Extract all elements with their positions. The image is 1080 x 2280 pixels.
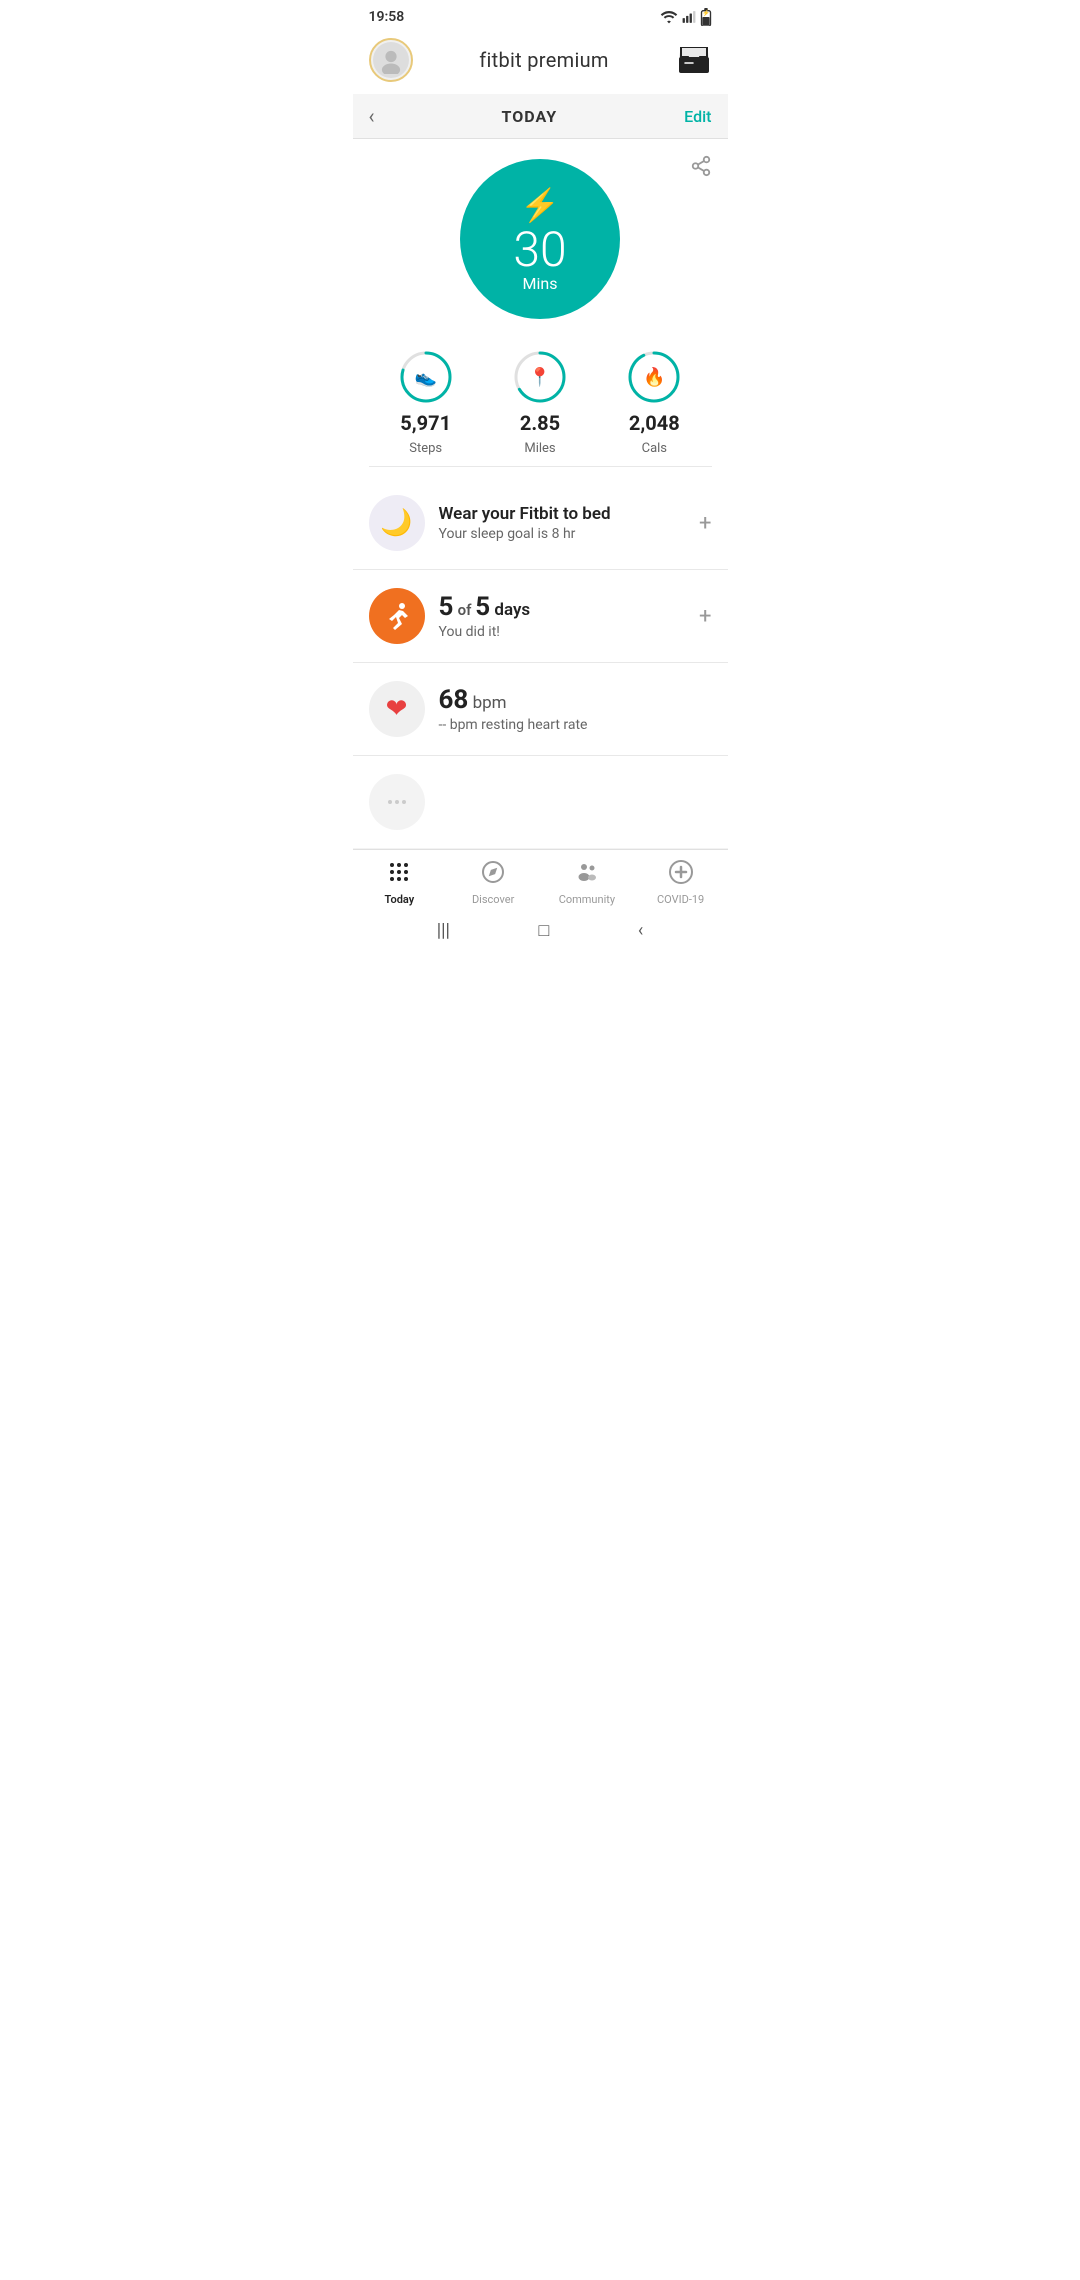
sleep-card-text: Wear your Fitbit to bed Your sleep goal … [439, 504, 686, 542]
nav-title: TODAY [502, 107, 558, 126]
heart-title: 68 bpm [439, 685, 712, 715]
sleep-title: Wear your Fitbit to bed [439, 504, 686, 524]
svg-text:⚡: ⚡ [702, 9, 710, 17]
heart-card-text: 68 bpm -- bpm resting heart rate [439, 685, 712, 733]
activity-card-text: 5 of 5 days You did it! [439, 592, 686, 640]
nav-community[interactable]: Community [557, 860, 617, 906]
run-icon [382, 601, 412, 631]
nav-today[interactable]: Today [369, 860, 429, 906]
discover-label: Discover [472, 893, 514, 906]
battery-icon: ⚡ [700, 8, 712, 26]
covid-plus-icon [669, 860, 693, 884]
heart-card[interactable]: ❤ 68 bpm -- bpm resting heart rate [353, 663, 728, 756]
sleep-add-button[interactable]: + [699, 511, 711, 536]
bolt-icon: ⚡ [520, 186, 560, 224]
signal-icon [682, 10, 696, 24]
community-icon [575, 860, 599, 890]
partial-card[interactable] [353, 756, 728, 849]
avatar-inner [373, 42, 409, 78]
activity-days-title: 5 of 5 days [439, 592, 686, 622]
compass-icon [481, 860, 505, 884]
system-nav: ||| □ ‹ [353, 912, 728, 949]
today-label: Today [385, 893, 415, 906]
status-icons: ⚡ [660, 8, 712, 26]
main-content: ⚡ 30 Mins 👟 5,971 Steps [353, 139, 728, 849]
activity-card[interactable]: 5 of 5 days You did it! + [353, 570, 728, 663]
miles-value: 2.85 [520, 411, 560, 435]
covid-icon [669, 860, 693, 890]
stats-row: 👟 5,971 Steps 📍 2.85 Miles [369, 329, 712, 467]
stat-miles[interactable]: 📍 2.85 Miles [512, 349, 568, 456]
heart-subtitle: -- bpm resting heart rate [439, 717, 712, 733]
activity-minutes: 30 [513, 226, 566, 274]
cals-ring: 🔥 [626, 349, 682, 405]
inbox-icon [679, 47, 709, 73]
sleep-icon: 🌙 [380, 508, 412, 538]
activity-section: ⚡ 30 Mins 👟 5,971 Steps [353, 139, 728, 477]
activity-subtitle: You did it! [439, 624, 686, 640]
header: fitbit premium [353, 30, 728, 94]
dots-icon [385, 790, 409, 814]
steps-ring: 👟 [398, 349, 454, 405]
activity-label: Mins [523, 274, 558, 293]
steps-value: 5,971 [400, 411, 451, 435]
nav-discover[interactable]: Discover [463, 860, 523, 906]
cals-unit: Cals [642, 441, 667, 456]
heart-icon-wrap: ❤ [369, 681, 425, 737]
avatar[interactable] [369, 38, 413, 82]
steps-icon: 👟 [414, 367, 436, 388]
today-dots-icon [387, 860, 411, 884]
status-time: 19:58 [369, 9, 405, 25]
discover-icon [481, 860, 505, 890]
activity-icon-wrap [369, 588, 425, 644]
nav-covid[interactable]: COVID-19 [651, 860, 711, 906]
share-button[interactable] [690, 155, 712, 182]
stat-cals[interactable]: 🔥 2,048 Cals [626, 349, 682, 456]
activity-days-value: 5 [439, 592, 454, 622]
sleep-card[interactable]: 🌙 Wear your Fitbit to bed Your sleep goa… [353, 477, 728, 570]
cals-icon: 🔥 [643, 367, 665, 388]
activity-days-label: days [494, 600, 530, 620]
community-people-icon [575, 860, 599, 884]
sleep-icon-wrap: 🌙 [369, 495, 425, 551]
miles-ring: 📍 [512, 349, 568, 405]
avatar-image [377, 46, 405, 74]
status-bar: 19:58 ⚡ [353, 0, 728, 30]
miles-unit: Miles [524, 441, 555, 456]
cals-value: 2,048 [629, 411, 680, 435]
miles-icon: 📍 [529, 367, 551, 388]
bottom-nav: Today Discover Community [353, 849, 728, 912]
activity-circle[interactable]: ⚡ 30 Mins [460, 159, 620, 319]
wifi-icon [660, 10, 678, 24]
heart-bpm-unit: bpm [473, 693, 507, 713]
nav-bar: ‹ TODAY Edit [353, 94, 728, 139]
activity-add-button[interactable]: + [699, 604, 711, 629]
system-back-button[interactable]: ‹ [638, 920, 643, 941]
heart-bpm-value: 68 [439, 685, 469, 715]
activity-days-of: of [458, 601, 476, 619]
activity-days-num2: 5 [475, 592, 490, 622]
system-menu-button[interactable]: ||| [437, 920, 450, 941]
community-label: Community [559, 893, 615, 906]
sleep-subtitle: Your sleep goal is 8 hr [439, 526, 686, 542]
today-icon [387, 860, 411, 890]
back-button[interactable]: ‹ [369, 104, 375, 128]
info-cards: 🌙 Wear your Fitbit to bed Your sleep goa… [353, 477, 728, 849]
stat-steps[interactable]: 👟 5,971 Steps [398, 349, 454, 456]
covid-label: COVID-19 [657, 893, 704, 906]
partial-icon-wrap [369, 774, 425, 830]
steps-unit: Steps [409, 441, 442, 456]
inbox-button[interactable] [676, 42, 712, 78]
app-title: fitbit premium [479, 48, 609, 72]
edit-button[interactable]: Edit [684, 107, 711, 126]
system-home-button[interactable]: □ [538, 920, 549, 941]
heart-icon: ❤ [386, 694, 408, 724]
